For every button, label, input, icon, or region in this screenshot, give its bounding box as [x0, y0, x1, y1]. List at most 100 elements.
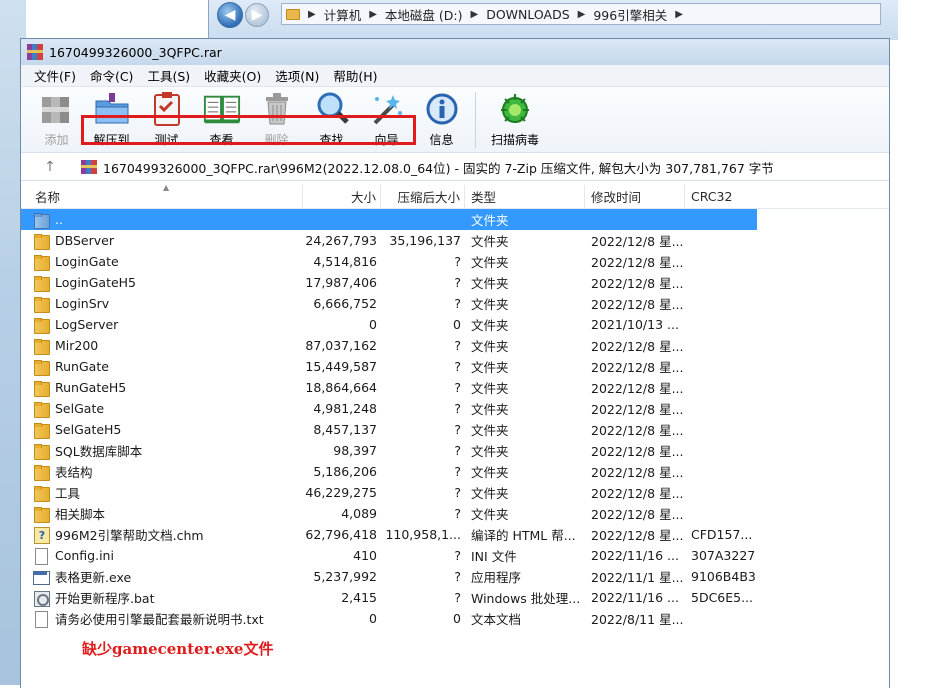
- explorer-address-bar[interactable]: ▶ 计算机 ▶ 本地磁盘 (D:) ▶ DOWNLOADS ▶ 996引擎相关 ▶: [281, 3, 881, 25]
- table-row[interactable]: 相关脚本 4,089? 文件夹 2022/12/8 星...: [21, 503, 889, 524]
- table-row[interactable]: 表格更新.exe 5,237,992? 应用程序 2022/11/1 星... 9106…: [21, 566, 889, 587]
- column-crc[interactable]: CRC32: [685, 185, 757, 209]
- cell-packed: ?: [454, 506, 461, 521]
- file-name: LoginGate: [55, 254, 119, 269]
- cell-size: 24,267,793: [305, 233, 377, 248]
- view-button[interactable]: 查看: [194, 90, 249, 152]
- folder-icon: [33, 233, 50, 250]
- cell-name: 工具: [21, 482, 303, 503]
- forward-button[interactable]: ▶: [245, 3, 269, 27]
- table-row[interactable]: Mir200 87,037,162? 文件夹 2022/12/8 星...: [21, 335, 889, 356]
- menu-file[interactable]: 文件(F): [27, 64, 83, 87]
- cell-modified: 2022/12/8 星...: [591, 528, 684, 543]
- chevron-right-icon: ▶: [369, 8, 377, 20]
- column-modified[interactable]: 修改时间: [585, 184, 685, 209]
- cell-crc: 5DC6E5...: [691, 590, 754, 605]
- cell-modified: 2022/12/8 星...: [591, 444, 684, 459]
- delete-button[interactable]: 删除: [249, 90, 304, 152]
- table-row[interactable]: LoginGate 4,514,816? 文件夹 2022/12/8 星...: [21, 251, 889, 272]
- table-row[interactable]: 996M2引擎帮助文档.chm 62,796,418 110,958,1... 编译的…: [21, 524, 889, 545]
- cell-size: 15,449,587: [305, 359, 377, 374]
- cell-crc: [685, 335, 757, 356]
- folder-icon: [33, 275, 50, 292]
- table-row[interactable]: 开始更新程序.bat 2,415? Windows 批处理... 2022/11/16…: [21, 587, 889, 608]
- cell-packed: ?: [454, 401, 461, 416]
- cell-packed: ?: [454, 254, 461, 269]
- cell-packed: 0: [453, 611, 461, 626]
- cell-name: Mir200: [21, 335, 303, 356]
- file-name: RunGateH5: [55, 380, 127, 395]
- explorer-nav: ◀ ▶: [217, 2, 269, 28]
- archive-path-text: 1670499326000_3QFPC.rar\996M2(2022.12.08…: [103, 160, 774, 176]
- table-row[interactable]: RunGate 15,449,587? 文件夹 2022/12/8 星...: [21, 356, 889, 377]
- column-type[interactable]: 类型: [465, 184, 585, 209]
- cell-crc: [685, 356, 757, 377]
- table-row[interactable]: DBServer 24,267,793 35,196,137 文件夹 2022/12/8…: [21, 230, 889, 251]
- cell-type: 文件夹: [471, 234, 509, 249]
- delete-label: 删除: [264, 133, 289, 147]
- add-archive-icon: [38, 90, 76, 128]
- chevron-right-icon: ▶: [470, 8, 479, 20]
- table-row[interactable]: LoginGateH5 17,987,406? 文件夹 2022/12/8 星...: [21, 272, 889, 293]
- cell-size: 6,666,752: [313, 296, 377, 311]
- cell-type: 文件夹: [465, 209, 585, 230]
- table-row[interactable]: LoginSrv 6,666,752? 文件夹 2022/12/8 星...: [21, 293, 889, 314]
- menu-options[interactable]: 选项(N): [268, 64, 326, 87]
- virus-bug-icon: [496, 90, 534, 128]
- view-book-icon: [203, 90, 241, 128]
- menu-bar: 文件(F) 命令(C) 工具(S) 收藏夹(O) 选项(N) 帮助(H): [21, 65, 889, 87]
- up-arrow-icon[interactable]: ↑: [37, 154, 63, 180]
- add-button[interactable]: 添加: [29, 90, 84, 152]
- breadcrumb-item[interactable]: 本地磁盘 (D:): [385, 5, 463, 24]
- find-button[interactable]: 查找: [304, 90, 359, 152]
- menu-favorites[interactable]: 收藏夹(O): [197, 64, 268, 87]
- folder-icon: [33, 380, 50, 397]
- table-row[interactable]: 工具 46,229,275? 文件夹 2022/12/8 星...: [21, 482, 889, 503]
- view-label: 查看: [209, 133, 234, 147]
- breadcrumb-item[interactable]: 计算机: [324, 5, 362, 24]
- title-bar[interactable]: 1670499326000_3QFPC.rar: [21, 39, 889, 65]
- table-row[interactable]: LogServer 0 0 文件夹 2021/10/13 ...: [21, 314, 889, 335]
- table-row[interactable]: 请务必使用引擎最配套最新说明书.txt 0 0 文本文档 2022/8/11 星...: [21, 608, 889, 629]
- table-row[interactable]: Config.ini 410? INI 文件 2022/11/16 ... 307A32…: [21, 545, 889, 566]
- wizard-button[interactable]: 向导: [359, 90, 414, 152]
- cell-packed: ?: [454, 590, 461, 605]
- cell-crc: [685, 461, 757, 482]
- cell-modified: 2022/12/8 星...: [591, 339, 684, 354]
- cell-type: 应用程序: [471, 570, 522, 585]
- list-header: ▲ 名称 大小 压缩后大小 类型 修改时间 CRC32: [21, 183, 889, 209]
- breadcrumb-item[interactable]: 996引擎相关: [593, 5, 667, 24]
- column-size[interactable]: 大小: [303, 184, 381, 209]
- chevron-right-icon: ▶: [577, 8, 586, 20]
- file-name: SQL数据库脚本: [55, 444, 143, 459]
- menu-commands[interactable]: 命令(C): [83, 64, 140, 87]
- back-button[interactable]: ◀: [217, 2, 243, 28]
- cell-name: 相关脚本: [21, 503, 303, 524]
- cell-size: 17,987,406: [305, 275, 377, 290]
- menu-tools[interactable]: 工具(S): [140, 64, 197, 87]
- virus-scan-button[interactable]: 扫描病毒: [482, 90, 548, 152]
- extract-button[interactable]: 解压到: [84, 90, 139, 152]
- archive-path-field[interactable]: 1670499326000_3QFPC.rar\996M2(2022.12.08…: [81, 155, 881, 179]
- table-row[interactable]: SQL数据库脚本 98,397? 文件夹 2022/12/8 星...: [21, 440, 889, 461]
- table-row[interactable]: SelGateH5 8,457,137? 文件夹 2022/12/8 星...: [21, 419, 889, 440]
- table-row[interactable]: RunGateH5 18,864,664? 文件夹 2022/12/8 星...: [21, 377, 889, 398]
- cell-name: 996M2引擎帮助文档.chm: [21, 524, 303, 545]
- table-row[interactable]: 表结构 5,186,206? 文件夹 2022/12/8 星...: [21, 461, 889, 482]
- cell-type: 文件夹: [471, 444, 509, 459]
- table-row[interactable]: SelGate 4,981,248? 文件夹 2022/12/8 星...: [21, 398, 889, 419]
- column-packed[interactable]: 压缩后大小: [381, 184, 465, 209]
- cell-size: 2,415: [341, 590, 377, 605]
- menu-help[interactable]: 帮助(H): [326, 64, 384, 87]
- test-button[interactable]: 测试: [139, 90, 194, 152]
- trash-icon: [258, 90, 296, 128]
- cell-size: 18,864,664: [305, 380, 377, 395]
- cell-name: 表格更新.exe: [21, 566, 303, 587]
- cell-type: Windows 批处理...: [471, 591, 581, 606]
- info-button[interactable]: 信息: [414, 90, 469, 152]
- breadcrumb-item[interactable]: DOWNLOADS: [486, 7, 569, 22]
- cell-type: 编译的 HTML 帮...: [471, 528, 576, 543]
- cell-size: 5,237,992: [313, 569, 377, 584]
- table-row[interactable]: .. 文件夹: [21, 209, 889, 230]
- column-name[interactable]: 名称: [21, 184, 303, 209]
